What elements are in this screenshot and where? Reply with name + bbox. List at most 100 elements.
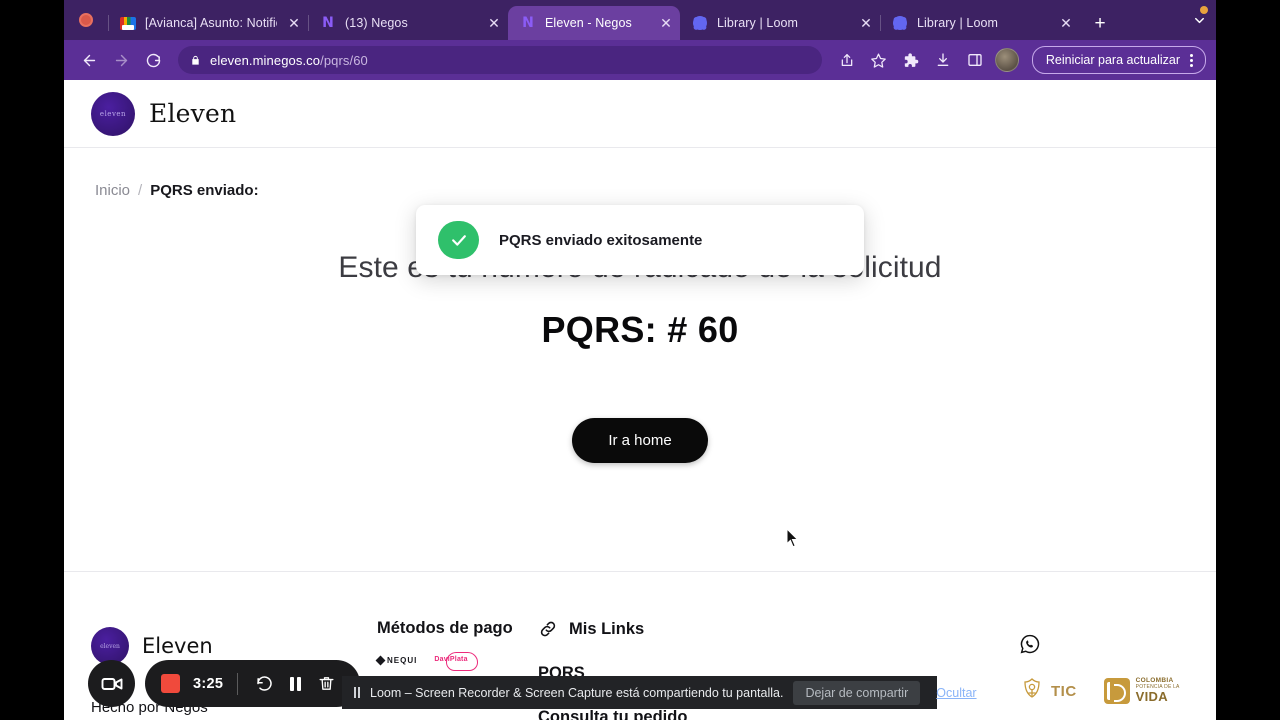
breadcrumb-separator: / xyxy=(138,182,143,199)
recording-dot-icon xyxy=(79,13,93,27)
hide-link[interactable]: Ocultar xyxy=(930,686,982,700)
tab-close-icon[interactable]: ✕ xyxy=(286,15,302,31)
loom-control-bar: 3:25 xyxy=(145,660,361,707)
toast-message: PQRS enviado exitosamente xyxy=(499,231,703,249)
mouse-cursor xyxy=(786,528,800,548)
kebab-menu-icon[interactable] xyxy=(1184,53,1199,67)
colombia-potencia-vida-logo-icon: COLOMBIA POTENCIA DE LA VIDA xyxy=(1103,677,1180,705)
go-home-button[interactable]: Ir a home xyxy=(572,418,708,463)
restart-icon[interactable] xyxy=(251,671,277,697)
video-camera-icon[interactable] xyxy=(88,660,135,707)
tab-strip: [Avianca] Asunto: Notificac ✕ N (13) Neg… xyxy=(64,0,1216,40)
negos-n-icon: N xyxy=(522,15,534,31)
profile-avatar[interactable] xyxy=(992,45,1022,75)
tab-title: [Avianca] Asunto: Notificac xyxy=(145,16,277,30)
url-host: eleven.minegos.co xyxy=(210,52,321,68)
extensions-puzzle-icon[interactable] xyxy=(896,45,926,75)
stop-square-icon[interactable] xyxy=(161,674,180,693)
footer-badges: TIC COLOMBIA POTENCIA DE LA VIDA xyxy=(1019,633,1180,705)
reload-icon[interactable] xyxy=(138,45,168,75)
links-title-row: Mis Links xyxy=(538,619,687,639)
tab-title: Library | Loom xyxy=(917,16,999,30)
breadcrumb-home[interactable]: Inicio xyxy=(95,182,130,199)
url-path: /pqrs/60 xyxy=(320,52,368,68)
tab-close-icon[interactable]: ✕ xyxy=(658,15,674,31)
footer-link-consulta-pedido[interactable]: Consulta tu pedido xyxy=(538,708,687,720)
recording-indicator[interactable] xyxy=(64,0,108,40)
toolbar-actions: Reiniciar para actualizar xyxy=(832,45,1206,75)
payments-title: Métodos de pago xyxy=(377,619,513,637)
update-button-label: Reiniciar para actualizar xyxy=(1045,53,1180,67)
colombia-line3: VIDA xyxy=(1135,689,1168,705)
site-logo[interactable]: eleven xyxy=(91,91,135,136)
forward-icon[interactable] xyxy=(106,45,136,75)
url-text: eleven.minegos.co/pqrs/60 xyxy=(210,53,368,68)
payment-logos: NEQUI DaviPlata xyxy=(375,652,513,671)
loom-recorder-widget: 3:25 xyxy=(88,660,361,707)
back-icon[interactable] xyxy=(74,45,104,75)
screen-share-bar: Loom – Screen Recorder & Screen Capture … xyxy=(342,676,977,709)
nequi-label: NEQUI xyxy=(387,656,418,665)
screen: [Avianca] Asunto: Notificac ✕ N (13) Neg… xyxy=(0,0,1280,720)
footer-brand-name: Eleven xyxy=(142,634,213,658)
breadcrumb-current: PQRS enviado: xyxy=(150,182,259,199)
tab-library-loom-1[interactable]: Library | Loom ✕ xyxy=(680,6,880,40)
tic-label: TIC xyxy=(1051,682,1077,700)
share-icon[interactable] xyxy=(832,45,862,75)
site-logo-text: eleven xyxy=(99,109,127,118)
breadcrumb: Inicio / PQRS enviado: xyxy=(64,148,1216,199)
tab-negos-inbox[interactable]: N (13) Negos ✕ xyxy=(308,6,508,40)
bookmark-star-icon[interactable] xyxy=(864,45,894,75)
pause-icon[interactable] xyxy=(282,671,308,697)
update-button[interactable]: Reiniciar para actualizar xyxy=(1031,46,1206,74)
loom-icon xyxy=(892,15,908,31)
notification-dot-icon xyxy=(1200,6,1208,14)
brand-name: Eleven xyxy=(149,99,237,128)
footer-payments: Métodos de pago NEQUI DaviPlata xyxy=(375,619,513,671)
gmail-icon xyxy=(120,15,136,31)
tab-title: Eleven - Negos xyxy=(545,16,632,30)
tab-separator xyxy=(880,15,881,31)
share-bar-text: Loom – Screen Recorder & Screen Capture … xyxy=(370,685,784,700)
daviplata-label: DaviPlata xyxy=(434,656,468,663)
page-content: eleven Eleven Inicio / PQRS enviado: Est… xyxy=(64,80,1216,720)
recording-timer: 3:25 xyxy=(193,675,224,692)
tab-close-icon[interactable]: ✕ xyxy=(1058,15,1074,31)
tab-avianca[interactable]: [Avianca] Asunto: Notificac ✕ xyxy=(108,6,308,40)
links-title: Mis Links xyxy=(569,619,645,638)
new-tab-button[interactable]: + xyxy=(1086,9,1114,37)
tab-title: Library | Loom xyxy=(717,16,799,30)
downloads-icon[interactable] xyxy=(928,45,958,75)
site-header: eleven Eleven xyxy=(64,80,1216,148)
stop-sharing-button[interactable]: Dejar de compartir xyxy=(793,680,921,705)
tab-library-loom-2[interactable]: Library | Loom ✕ xyxy=(880,6,1080,40)
radicado-number: PQRS: # 60 xyxy=(541,309,739,350)
success-toast: PQRS enviado exitosamente xyxy=(416,205,864,275)
browser-toolbar: eleven.minegos.co/pqrs/60 Reiniciar para… xyxy=(64,40,1216,80)
whatsapp-icon[interactable] xyxy=(1019,633,1180,655)
tab-separator xyxy=(308,15,309,31)
check-icon xyxy=(438,221,479,259)
nequi-logo-icon: NEQUI xyxy=(375,655,418,666)
tab-separator xyxy=(108,15,109,31)
trash-icon[interactable] xyxy=(313,671,339,697)
tic-logo-icon: TIC xyxy=(1019,677,1077,705)
tab-close-icon[interactable]: ✕ xyxy=(486,15,502,31)
tab-title: (13) Negos xyxy=(345,16,408,30)
loom-icon xyxy=(692,15,708,31)
pause-icon[interactable] xyxy=(354,687,360,698)
tab-close-icon[interactable]: ✕ xyxy=(858,15,874,31)
negos-n-icon: N xyxy=(322,15,334,31)
browser-window: [Avianca] Asunto: Notificac ✕ N (13) Neg… xyxy=(64,0,1216,720)
avatar xyxy=(994,48,1019,72)
divider xyxy=(237,672,239,695)
address-bar[interactable]: eleven.minegos.co/pqrs/60 xyxy=(178,46,822,74)
footer-logo-text: eleven xyxy=(100,642,120,650)
chevron-down-icon[interactable] xyxy=(1182,0,1216,40)
lock-icon xyxy=(192,55,199,65)
chain-link-icon xyxy=(538,619,558,639)
tab-eleven-negos[interactable]: N Eleven - Negos ✕ xyxy=(508,6,680,40)
gov-badges: TIC COLOMBIA POTENCIA DE LA VIDA xyxy=(1019,677,1180,705)
side-panel-icon[interactable] xyxy=(960,45,990,75)
daviplata-logo-icon: DaviPlata xyxy=(434,652,479,671)
